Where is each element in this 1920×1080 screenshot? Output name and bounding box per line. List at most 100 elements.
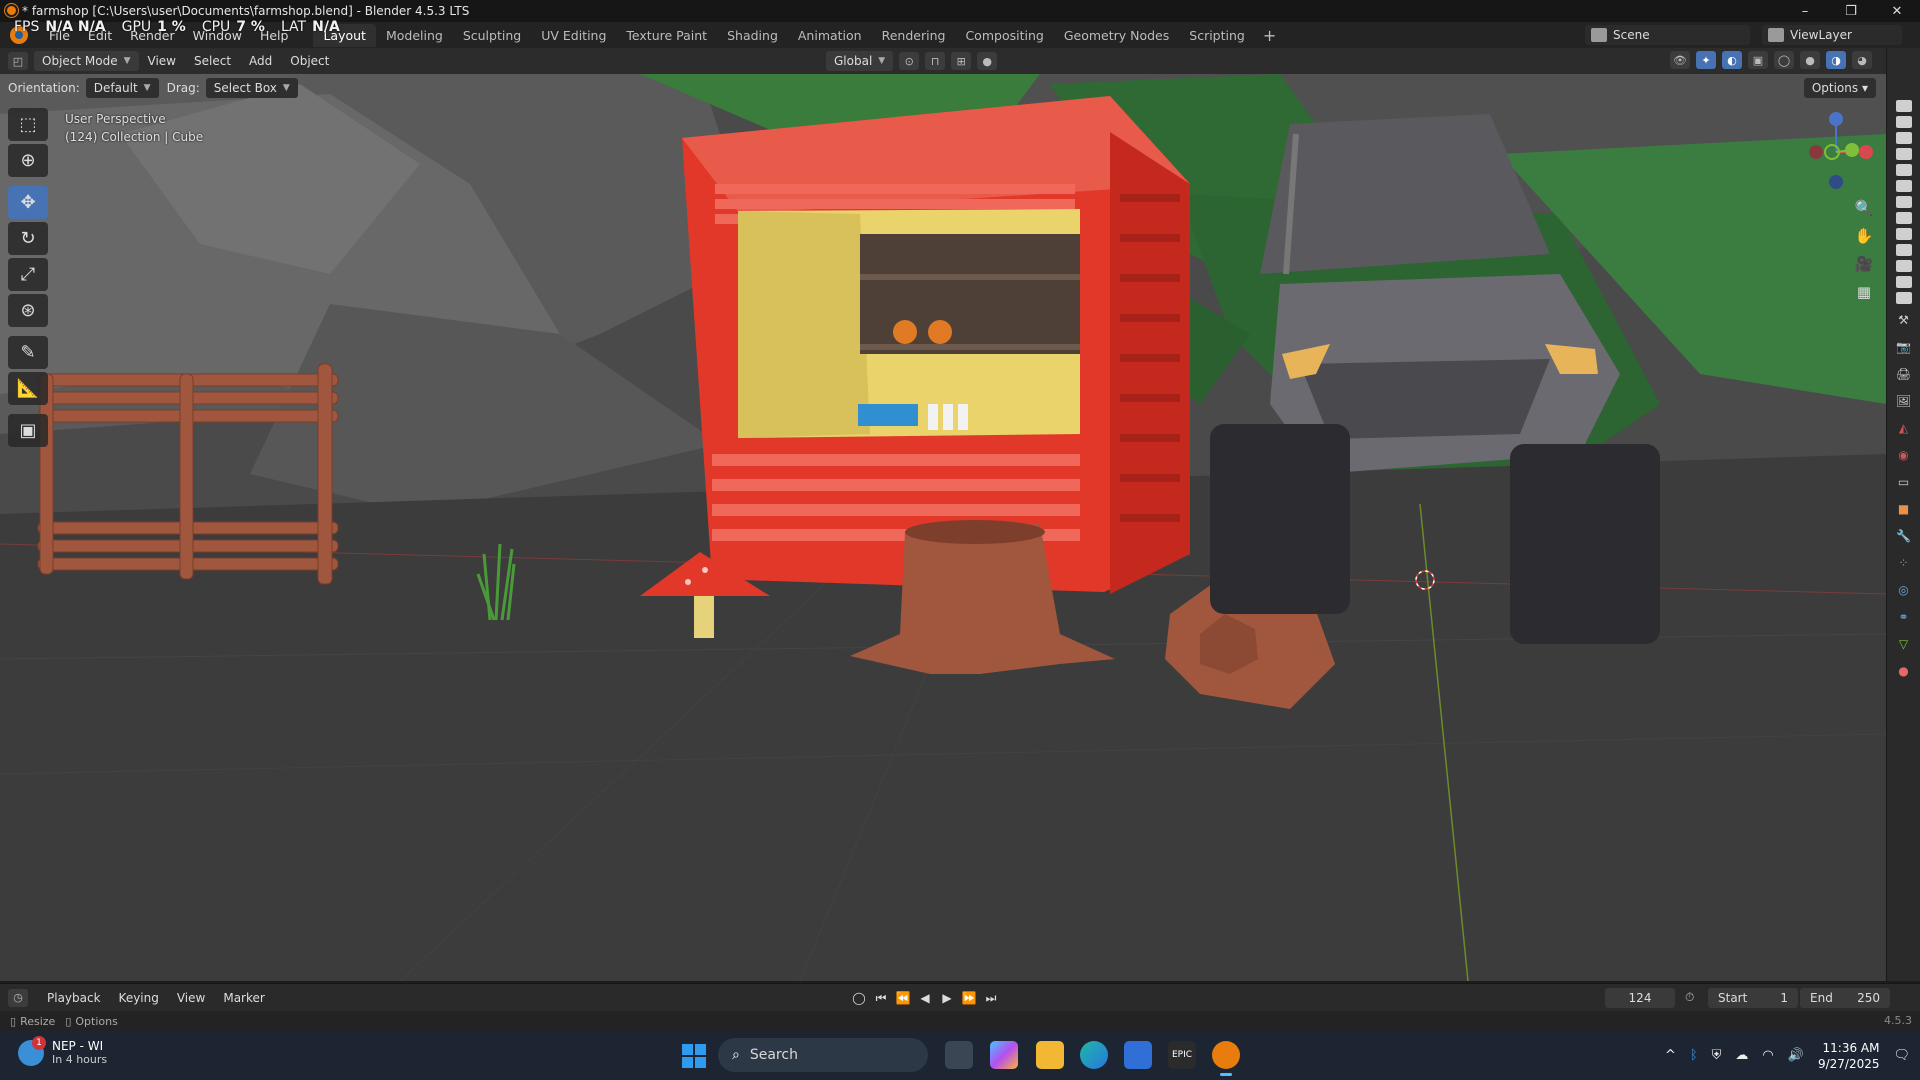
camera-view-icon[interactable]: 🎥	[1850, 250, 1878, 278]
tab-sculpting[interactable]: Sculpting	[453, 24, 531, 47]
zoom-icon[interactable]: 🔍	[1850, 194, 1878, 222]
preview-range-icon[interactable]: ⏱	[1685, 990, 1694, 1005]
timeline-editor-icon[interactable]: ◷	[8, 988, 28, 1007]
current-frame-field[interactable]: 124	[1605, 988, 1675, 1008]
tab-uv-editing[interactable]: UV Editing	[531, 24, 616, 47]
orientation-dropdown[interactable]: Default ▼	[85, 78, 159, 98]
move-tool[interactable]: ✥	[8, 186, 48, 219]
view-layer-properties-icon[interactable]: 🖼	[1893, 390, 1915, 412]
particles-properties-icon[interactable]: ⁘	[1893, 552, 1915, 574]
jump-end-icon[interactable]: ⏭	[982, 989, 1000, 1007]
transform-orientation-dropdown[interactable]: Global ▼	[826, 51, 894, 71]
edge-browser-icon[interactable]	[1080, 1041, 1108, 1069]
pivot-icon[interactable]: ⊙	[899, 52, 920, 70]
camera-icon[interactable]	[1895, 164, 1912, 176]
camera-icon[interactable]	[1895, 228, 1912, 240]
menu-timeline-view[interactable]: View	[168, 991, 214, 1005]
visibility-icon[interactable]: 👁	[1670, 51, 1690, 69]
tab-modeling[interactable]: Modeling	[376, 24, 453, 47]
volume-icon[interactable]: 🔊	[1788, 1048, 1804, 1063]
view-layer-selector[interactable]: ViewLayer	[1762, 25, 1902, 45]
tab-rendering[interactable]: Rendering	[872, 24, 956, 47]
maximize-button[interactable]: ❐	[1828, 0, 1874, 22]
pan-hand-icon[interactable]: ✋	[1850, 222, 1878, 250]
tab-geometry-nodes[interactable]: Geometry Nodes	[1054, 24, 1179, 47]
solid-shading-icon[interactable]: ●	[1800, 51, 1820, 69]
y-axis-icon[interactable]	[1845, 143, 1859, 157]
add-workspace-button[interactable]: +	[1255, 26, 1284, 45]
wireframe-shading-icon[interactable]: ◯	[1774, 51, 1794, 69]
constraints-properties-icon[interactable]: ⚭	[1893, 606, 1915, 628]
add-cube-tool[interactable]: ▣	[8, 414, 48, 447]
tab-compositing[interactable]: Compositing	[955, 24, 1053, 47]
options-dropdown[interactable]: Options ▾	[1803, 78, 1876, 98]
notifications-icon[interactable]: 🗨	[1893, 1048, 1910, 1063]
security-icon[interactable]: ⛨	[1712, 1048, 1722, 1063]
camera-icon[interactable]	[1895, 148, 1912, 160]
drag-dropdown[interactable]: Select Box ▼	[205, 78, 298, 98]
camera-icon[interactable]	[1895, 196, 1912, 208]
camera-icon[interactable]	[1895, 116, 1912, 128]
menu-add[interactable]: Add	[240, 54, 281, 68]
camera-icon[interactable]	[1895, 212, 1912, 224]
overlay-toggle-icon[interactable]: ◐	[1722, 51, 1742, 69]
microsoft-store-icon[interactable]	[1124, 1041, 1152, 1069]
camera-icon[interactable]	[1895, 260, 1912, 272]
rotate-tool[interactable]: ↻	[8, 222, 48, 255]
wifi-icon[interactable]: ◠	[1762, 1048, 1773, 1063]
scene-selector[interactable]: Scene	[1585, 25, 1750, 45]
clock[interactable]: 11:36 AM 9/27/2025	[1818, 1040, 1880, 1072]
modifier-properties-icon[interactable]: 🔧	[1893, 525, 1915, 547]
cloud-sync-icon[interactable]: ☁	[1735, 1048, 1748, 1063]
x-axis-icon[interactable]	[1859, 145, 1873, 159]
file-explorer-icon[interactable]	[1036, 1041, 1064, 1069]
tool-properties-icon[interactable]: ⚒	[1893, 309, 1915, 331]
camera-icon[interactable]	[1895, 276, 1912, 288]
weather-widget[interactable]: 1 NEP - WI In 4 hours	[18, 1035, 107, 1066]
neg-z-axis-icon[interactable]	[1829, 175, 1843, 189]
neg-x-axis-icon[interactable]	[1809, 145, 1823, 159]
start-button[interactable]	[682, 1044, 706, 1068]
select-box-tool[interactable]: ⬚	[8, 108, 48, 141]
transform-tool[interactable]: ⊛	[8, 294, 48, 327]
collection-properties-icon[interactable]: ▭	[1893, 471, 1915, 493]
task-view-icon[interactable]	[945, 1041, 973, 1069]
close-button[interactable]: ✕	[1874, 0, 1920, 22]
navigation-gizmo[interactable]	[1790, 110, 1880, 200]
menu-view[interactable]: View	[139, 54, 185, 68]
next-keyframe-icon[interactable]: ⏩	[960, 989, 978, 1007]
menu-playback[interactable]: Playback	[38, 991, 110, 1005]
blender-taskbar-icon[interactable]	[1212, 1041, 1240, 1076]
gizmo-toggle-icon[interactable]: ✦	[1696, 51, 1716, 69]
world-properties-icon[interactable]: ◉	[1893, 444, 1915, 466]
minimize-button[interactable]: –	[1782, 0, 1828, 22]
menu-keying[interactable]: Keying	[110, 991, 168, 1005]
physics-properties-icon[interactable]: ◎	[1893, 579, 1915, 601]
camera-icon[interactable]	[1895, 132, 1912, 144]
start-frame-field[interactable]: Start 1	[1708, 988, 1798, 1008]
z-axis-icon[interactable]	[1829, 112, 1843, 126]
menu-select[interactable]: Select	[185, 54, 240, 68]
epic-games-icon[interactable]: EPIC	[1168, 1041, 1196, 1069]
material-shading-icon[interactable]: ◑	[1826, 51, 1846, 69]
tab-animation[interactable]: Animation	[788, 24, 872, 47]
render-properties-icon[interactable]: 📷	[1893, 336, 1915, 358]
material-properties-icon[interactable]: ●	[1893, 660, 1915, 682]
tab-scripting[interactable]: Scripting	[1179, 24, 1255, 47]
camera-icon[interactable]	[1895, 292, 1912, 304]
annotate-tool[interactable]: ✎	[8, 336, 48, 369]
snap-icon[interactable]: ⊓	[925, 52, 946, 70]
menu-object[interactable]: Object	[281, 54, 338, 68]
mode-dropdown[interactable]: Object Mode ▼	[34, 51, 139, 71]
tab-shading[interactable]: Shading	[717, 24, 788, 47]
menu-marker[interactable]: Marker	[214, 991, 273, 1005]
bluetooth-icon[interactable]: ᛒ	[1690, 1048, 1698, 1063]
end-frame-field[interactable]: End 250	[1800, 988, 1890, 1008]
play-icon[interactable]: ▶	[938, 989, 956, 1007]
editor-type-icon[interactable]: ◰	[8, 52, 28, 70]
tab-texture-paint[interactable]: Texture Paint	[616, 24, 717, 47]
jump-start-icon[interactable]: ⏮	[872, 989, 890, 1007]
scene-properties-icon[interactable]: ◭	[1893, 417, 1915, 439]
cursor-tool[interactable]: ⊕	[8, 144, 48, 177]
measure-tool[interactable]: 📐	[8, 372, 48, 405]
